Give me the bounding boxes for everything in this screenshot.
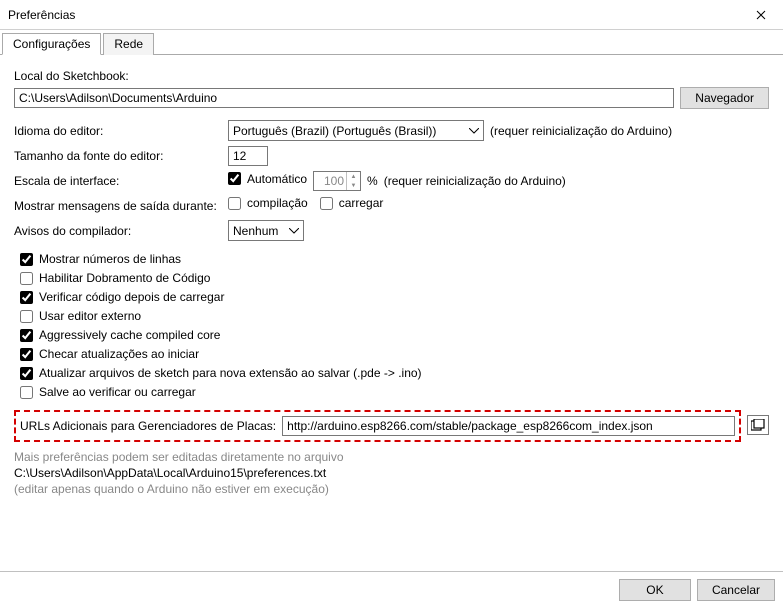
dialog-footer: OK Cancelar <box>0 571 783 607</box>
check-updates-checkbox[interactable] <box>20 348 33 361</box>
code-folding-checkbox[interactable] <box>20 272 33 285</box>
external-editor-checkbox-wrap[interactable]: Usar editor externo <box>14 309 769 323</box>
editor-language-note: (requer reinicialização do Arduino) <box>490 124 672 138</box>
font-size-label: Tamanho da fonte do editor: <box>14 149 222 163</box>
spinner-down-icon[interactable]: ▼ <box>347 181 360 190</box>
check-updates-label: Checar atualizações ao iniciar <box>39 347 199 361</box>
tab-bar: Configurações Rede <box>0 32 783 55</box>
ok-button[interactable]: OK <box>619 579 691 601</box>
cache-core-checkbox[interactable] <box>20 329 33 342</box>
update-sketch-ext-checkbox-wrap[interactable]: Atualizar arquivos de sketch para nova e… <box>14 366 769 380</box>
spinner-up-icon[interactable]: ▲ <box>347 172 360 181</box>
verify-after-upload-checkbox[interactable] <box>20 291 33 304</box>
compile-label: compilação <box>247 196 308 210</box>
cache-core-label: Aggressively cache compiled core <box>39 328 220 342</box>
cache-core-checkbox-wrap[interactable]: Aggressively cache compiled core <box>14 328 769 342</box>
interface-scale-label: Escala de interface: <box>14 174 222 188</box>
save-on-verify-checkbox[interactable] <box>20 386 33 399</box>
sketchbook-path-input[interactable] <box>14 88 674 108</box>
tab-settings[interactable]: Configurações <box>2 33 101 55</box>
line-numbers-label: Mostrar números de linhas <box>39 252 181 266</box>
scale-value-input <box>314 174 346 188</box>
auto-scale-label: Automático <box>247 172 307 186</box>
cancel-button[interactable]: Cancelar <box>697 579 775 601</box>
editor-language-select[interactable]: Português (Brazil) (Português (Brasil)) <box>228 120 484 141</box>
check-updates-checkbox-wrap[interactable]: Checar atualizações ao iniciar <box>14 347 769 361</box>
compile-checkbox[interactable] <box>228 197 241 210</box>
interface-scale-note: (requer reinicialização do Arduino) <box>384 174 566 188</box>
boards-url-highlight: URLs Adicionais para Gerenciadores de Pl… <box>14 410 741 442</box>
upload-checkbox-wrap[interactable]: carregar <box>320 196 384 210</box>
output-msgs-label: Mostrar mensagens de saída durante: <box>14 199 222 213</box>
close-icon <box>756 10 766 20</box>
tab-network[interactable]: Rede <box>103 33 154 55</box>
content-area: Local do Sketchbook: Navegador Idioma do… <box>0 55 783 496</box>
compile-checkbox-wrap[interactable]: compilação <box>228 196 308 210</box>
upload-checkbox[interactable] <box>320 197 333 210</box>
external-editor-checkbox[interactable] <box>20 310 33 323</box>
more-prefs-text: Mais preferências podem ser editadas dir… <box>14 450 769 464</box>
line-numbers-checkbox-wrap[interactable]: Mostrar números de linhas <box>14 252 769 266</box>
prefs-file-path[interactable]: C:\Users\Adilson\AppData\Local\Arduino15… <box>14 466 769 480</box>
window-title: Preferências <box>8 8 75 22</box>
auto-scale-checkbox-wrap[interactable]: Automático <box>228 172 307 186</box>
scale-spinner[interactable]: ▲ ▼ <box>313 171 361 191</box>
verify-after-upload-label: Verificar código depois de carregar <box>39 290 224 304</box>
compiler-warnings-select[interactable]: Nenhum <box>228 220 304 241</box>
editor-language-label: Idioma do editor: <box>14 124 222 138</box>
boards-url-input[interactable] <box>282 416 735 436</box>
boards-url-expand-button[interactable] <box>747 415 769 435</box>
update-sketch-ext-checkbox[interactable] <box>20 367 33 380</box>
spinner-buttons[interactable]: ▲ ▼ <box>346 172 360 190</box>
close-button[interactable] <box>738 0 783 30</box>
external-editor-label: Usar editor externo <box>39 309 141 323</box>
boards-url-label: URLs Adicionais para Gerenciadores de Pl… <box>20 419 276 433</box>
font-size-input[interactable] <box>228 146 268 166</box>
sketchbook-label: Local do Sketchbook: <box>14 69 769 83</box>
window-icon <box>751 419 765 431</box>
auto-scale-checkbox[interactable] <box>228 172 241 185</box>
percent-label: % <box>367 174 378 188</box>
edit-note-text: (editar apenas quando o Arduino não esti… <box>14 482 769 496</box>
line-numbers-checkbox[interactable] <box>20 253 33 266</box>
upload-label: carregar <box>339 196 384 210</box>
save-on-verify-checkbox-wrap[interactable]: Salve ao verificar ou carregar <box>14 385 769 399</box>
verify-after-upload-checkbox-wrap[interactable]: Verificar código depois de carregar <box>14 290 769 304</box>
titlebar: Preferências <box>0 0 783 30</box>
browse-button[interactable]: Navegador <box>680 87 769 109</box>
update-sketch-ext-label: Atualizar arquivos de sketch para nova e… <box>39 366 422 380</box>
code-folding-checkbox-wrap[interactable]: Habilitar Dobramento de Código <box>14 271 769 285</box>
code-folding-label: Habilitar Dobramento de Código <box>39 271 210 285</box>
compiler-warnings-label: Avisos do compilador: <box>14 224 222 238</box>
save-on-verify-label: Salve ao verificar ou carregar <box>39 385 196 399</box>
